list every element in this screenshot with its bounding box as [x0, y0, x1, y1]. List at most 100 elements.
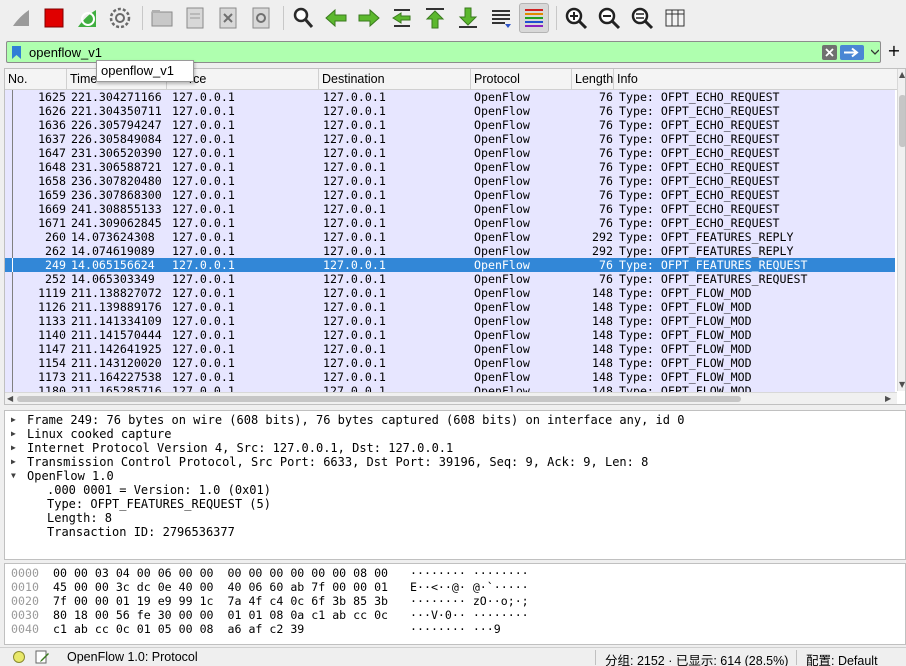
packet-dst-cell: 127.0.0.1: [323, 118, 386, 132]
collapsed-chevron-icon[interactable]: ▶: [11, 455, 21, 469]
packet-row[interactable]: 1658 236.307820480 127.0.0.1 127.0.0.1 OpenF…: [5, 174, 895, 188]
packet-row[interactable]: 260 14.073624308 127.0.0.1 127.0.0.1 OpenFlo…: [5, 230, 895, 244]
packet-src-cell: 127.0.0.1: [172, 300, 235, 314]
packet-src-cell: 127.0.0.1: [172, 258, 235, 272]
packet-row[interactable]: 1636 226.305794247 127.0.0.1 127.0.0.1 OpenF…: [5, 118, 895, 132]
packet-no-cell: 1659: [38, 188, 66, 202]
column-header-info[interactable]: Info: [614, 69, 897, 90]
packet-info-cell: Type: OFPT_FLOW_MOD: [619, 342, 752, 356]
display-filter-input[interactable]: [29, 43, 809, 61]
resize-columns-button[interactable]: [660, 3, 690, 33]
packet-proto-cell: OpenFlow: [474, 328, 530, 342]
save-file-button[interactable]: [180, 3, 210, 33]
packet-row[interactable]: 1133 211.141334109 127.0.0.1 127.0.0.1 OpenF…: [5, 314, 895, 328]
packet-row[interactable]: 1669 241.308855133 127.0.0.1 127.0.0.1 OpenF…: [5, 202, 895, 216]
autocomplete-suggestion[interactable]: openflow_v1: [101, 63, 174, 78]
column-header-destination[interactable]: Destination: [319, 69, 471, 90]
stop-capture-button[interactable]: [39, 3, 69, 33]
restart-capture-button[interactable]: [72, 3, 102, 33]
packet-row[interactable]: 1154 211.143120020 127.0.0.1 127.0.0.1 OpenF…: [5, 356, 895, 370]
scroll-left-icon[interactable]: ◀: [7, 394, 13, 404]
scroll-up-icon[interactable]: ▲: [899, 70, 905, 80]
column-header-no[interactable]: No.: [5, 69, 67, 90]
clear-filter-icon[interactable]: [822, 45, 837, 60]
packet-row[interactable]: 1147 211.142641925 127.0.0.1 127.0.0.1 OpenF…: [5, 342, 895, 356]
packet-row[interactable]: 1659 236.307868300 127.0.0.1 127.0.0.1 OpenF…: [5, 188, 895, 202]
packet-row[interactable]: 262 14.074619089 127.0.0.1 127.0.0.1 OpenFlo…: [5, 244, 895, 258]
packet-len-cell: 76: [599, 104, 613, 118]
packet-dst-cell: 127.0.0.1: [323, 356, 386, 370]
add-filter-button[interactable]: +: [887, 42, 901, 60]
packet-row[interactable]: 1140 211.141570444 127.0.0.1 127.0.0.1 OpenF…: [5, 328, 895, 342]
packet-info-cell: Type: OFPT_FLOW_MOD: [619, 314, 752, 328]
chevron-down-icon[interactable]: [871, 48, 879, 56]
column-header-protocol[interactable]: Protocol: [471, 69, 572, 90]
normal-size-button[interactable]: [627, 3, 657, 33]
go-to-packet-button[interactable]: [387, 3, 417, 33]
last-packet-button[interactable]: [453, 3, 483, 33]
packet-row[interactable]: 1671 241.309062845 127.0.0.1 127.0.0.1 OpenF…: [5, 216, 895, 230]
open-file-button[interactable]: [147, 3, 177, 33]
apply-filter-icon[interactable]: [840, 45, 864, 60]
go-back-button[interactable]: [321, 3, 351, 33]
packet-dst-cell: 127.0.0.1: [323, 146, 386, 160]
autoscroll-button[interactable]: [486, 3, 516, 33]
scrollbar-thumb[interactable]: [899, 95, 905, 147]
filter-autocomplete-popup[interactable]: openflow_v1: [96, 60, 194, 82]
capture-options-button[interactable]: [105, 3, 135, 33]
colorize-button[interactable]: [519, 3, 549, 33]
detail-text: Length: 8: [47, 511, 113, 525]
packet-proto-cell: OpenFlow: [474, 104, 530, 118]
ascii-bytes: E··<··@· @·`·····: [410, 580, 529, 594]
collapsed-chevron-icon[interactable]: ▶: [11, 427, 21, 441]
packet-dst-cell: 127.0.0.1: [323, 216, 386, 230]
packet-row[interactable]: 1647 231.306520390 127.0.0.1 127.0.0.1 OpenF…: [5, 146, 895, 160]
scroll-down-icon[interactable]: ▼: [899, 380, 905, 390]
selected-packet-row[interactable]: 249 14.065156624 127.0.0.1 127.0.0.1 OpenFlo…: [5, 258, 895, 272]
status-profile[interactable]: 配置: Default: [806, 650, 878, 666]
goto-packet-icon: [392, 9, 411, 27]
start-capture-button[interactable]: [6, 3, 36, 33]
packet-row[interactable]: 1625 221.304271166 127.0.0.1 127.0.0.1 OpenF…: [5, 90, 895, 104]
zoom-in-button[interactable]: [561, 3, 591, 33]
packet-row[interactable]: 1119 211.138827072 127.0.0.1 127.0.0.1 OpenF…: [5, 286, 895, 300]
packet-info-cell: Type: OFPT_ECHO_REQUEST: [619, 146, 780, 160]
packet-no-cell: 1625: [38, 90, 66, 104]
packet-row[interactable]: 1648 231.306588721 127.0.0.1 127.0.0.1 OpenF…: [5, 160, 895, 174]
find-icon: [293, 7, 314, 28]
scrollbar-thumb[interactable]: [17, 396, 741, 402]
status-packet-counts: 分组: 2152 · 已显示: 614 (28.5%): [605, 654, 789, 666]
collapsed-chevron-icon[interactable]: ▶: [11, 441, 21, 455]
collapsed-chevron-icon[interactable]: ▶: [11, 413, 21, 427]
packet-time-cell: 226.305794247: [71, 118, 162, 132]
go-forward-button[interactable]: [354, 3, 384, 33]
packet-row[interactable]: 1173 211.164227538 127.0.0.1 127.0.0.1 OpenF…: [5, 370, 895, 384]
column-header-length[interactable]: Length: [572, 69, 614, 90]
reload-file-button[interactable]: [246, 3, 276, 33]
normal-size-icon: [631, 7, 654, 30]
first-packet-button[interactable]: [420, 3, 450, 33]
ascii-bytes: ········ zO··o;·;: [410, 594, 529, 608]
packet-no-cell: 252: [45, 272, 66, 286]
bookmark-icon[interactable]: [11, 46, 22, 59]
packet-list-vertical-scrollbar[interactable]: ▲ ▼: [897, 69, 905, 391]
packet-len-cell: 148: [592, 370, 613, 384]
capture-comment-icon[interactable]: [35, 650, 49, 664]
expanded-chevron-icon[interactable]: ▼: [11, 469, 21, 483]
packet-row[interactable]: 1626 221.304350711 127.0.0.1 127.0.0.1 OpenF…: [5, 104, 895, 118]
packet-no-cell: 1647: [38, 146, 66, 160]
packet-row[interactable]: 252 14.065303349 127.0.0.1 127.0.0.1 OpenFlo…: [5, 272, 895, 286]
close-file-button[interactable]: [213, 3, 243, 33]
zoom-out-button[interactable]: [594, 3, 624, 33]
find-packet-button[interactable]: [288, 3, 318, 33]
packet-row[interactable]: 1637 226.305849084 127.0.0.1 127.0.0.1 OpenF…: [5, 132, 895, 146]
packet-time-cell: 241.308855133: [71, 202, 162, 216]
packet-src-cell: 127.0.0.1: [172, 132, 235, 146]
hex-offset: 0040: [11, 622, 39, 636]
zoom-out-icon: [598, 7, 621, 30]
scroll-right-icon[interactable]: ▶: [885, 394, 891, 404]
packet-row[interactable]: 1126 211.139889176 127.0.0.1 127.0.0.1 OpenF…: [5, 300, 895, 314]
packet-list-horizontal-scrollbar[interactable]: ◀ ▶: [5, 392, 897, 404]
packet-dst-cell: 127.0.0.1: [323, 104, 386, 118]
expert-info-indicator-icon[interactable]: [13, 651, 25, 663]
